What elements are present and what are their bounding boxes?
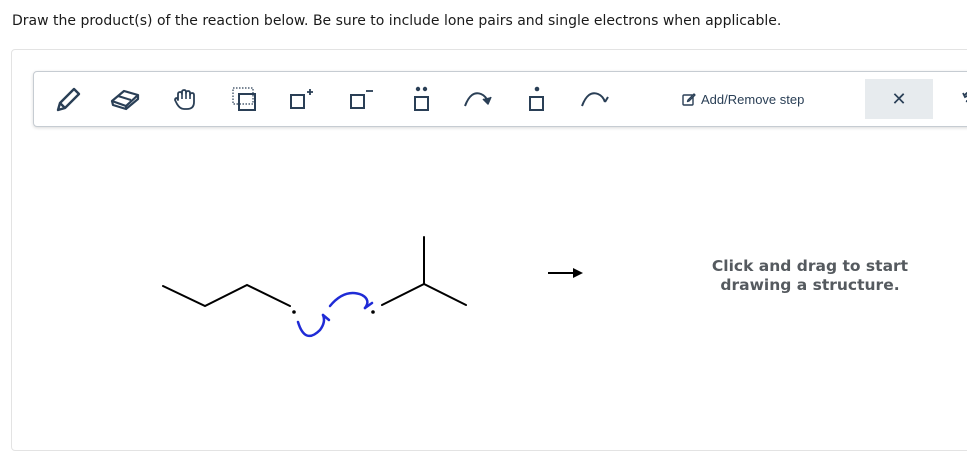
move-tool[interactable] bbox=[168, 72, 202, 126]
select-icon bbox=[232, 87, 256, 111]
single-electron-tool[interactable] bbox=[522, 72, 552, 126]
fishhook-arrow-tool[interactable] bbox=[577, 72, 613, 126]
pencil-tool[interactable] bbox=[52, 72, 86, 126]
lone-pair-tool[interactable] bbox=[407, 72, 437, 126]
fishhook-arrow-icon bbox=[581, 92, 609, 107]
question-prompt: Draw the product(s) of the reaction belo… bbox=[12, 13, 782, 29]
positive-charge-tool[interactable] bbox=[285, 72, 317, 126]
undo-button[interactable] bbox=[954, 72, 967, 126]
hint-line-1: Click and drag to start bbox=[711, 257, 909, 275]
single-electron-icon bbox=[529, 86, 544, 111]
hint-line-2: drawing a structure. bbox=[720, 276, 900, 294]
pencil-icon bbox=[56, 87, 81, 112]
eraser-icon bbox=[110, 89, 140, 111]
negative-charge-tool[interactable] bbox=[345, 72, 377, 126]
lone-pair-icon bbox=[414, 86, 429, 111]
close-icon: ✕ bbox=[891, 88, 907, 110]
undo-icon bbox=[962, 91, 967, 103]
curved-arrow-icon bbox=[464, 92, 492, 107]
eraser-tool[interactable] bbox=[108, 72, 142, 126]
close-button[interactable]: ✕ bbox=[865, 79, 933, 119]
drawing-toolbar: Add/Remove step ✕ bbox=[33, 71, 967, 127]
select-tool[interactable] bbox=[229, 72, 261, 126]
add-remove-step-button[interactable]: Add/Remove step bbox=[682, 72, 804, 126]
hand-icon bbox=[174, 89, 195, 110]
add-remove-step-label: Add/Remove step bbox=[701, 91, 805, 107]
negative-charge-icon bbox=[350, 90, 373, 109]
curved-arrow-tool[interactable] bbox=[460, 72, 496, 126]
positive-charge-icon bbox=[290, 89, 313, 109]
edit-icon bbox=[682, 93, 696, 106]
canvas-hint: Click and drag to start drawing a struct… bbox=[700, 257, 920, 295]
